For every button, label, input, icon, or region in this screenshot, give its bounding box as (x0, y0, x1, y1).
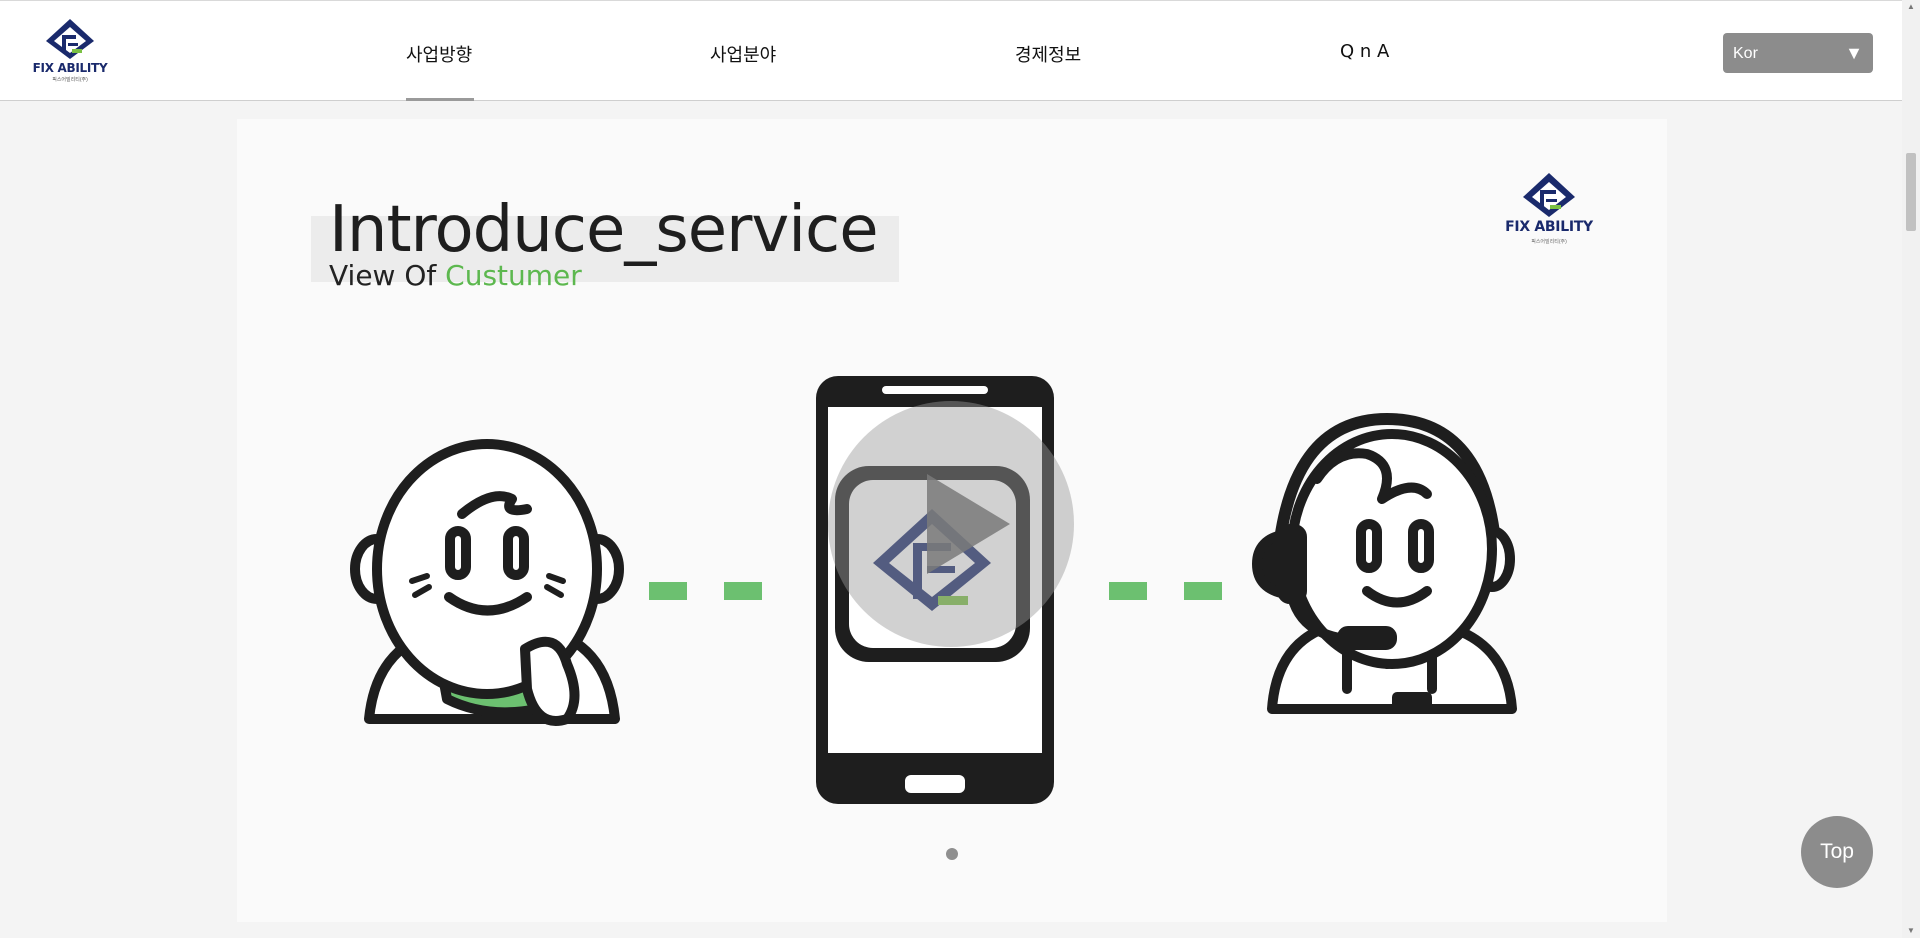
scrollbar-thumb[interactable] (1906, 153, 1916, 231)
green-dashed-line-left (649, 582, 762, 600)
language-select[interactable]: Kor ▼ (1723, 33, 1873, 73)
language-selected-value: Kor (1733, 45, 1758, 62)
nav-item-qna[interactable]: Q n A (1340, 41, 1389, 62)
smartphone-with-app-icon (816, 376, 1074, 804)
intro-slide: Introduce_service View Of Custumer FIX A… (237, 119, 1667, 922)
fix-ability-logo-icon (46, 19, 94, 59)
nav-item-business-direction[interactable]: 사업방향 (406, 41, 472, 67)
site-logo[interactable]: FIX ABILITY 픽스어빌리티(주) (28, 17, 112, 85)
nav-item-business-area[interactable]: 사업분야 (710, 41, 776, 67)
scroll-down-arrow-icon[interactable]: ▼ (1905, 926, 1917, 935)
green-dashed-line-right (1109, 582, 1222, 600)
call-center-agent-character (1252, 413, 1517, 714)
logo-text: FIX ABILITY (32, 61, 108, 75)
logo-subtext: 픽스어빌리티(주) (52, 77, 88, 83)
scroll-up-arrow-icon[interactable]: ▲ (1905, 2, 1917, 11)
site-header: FIX ABILITY 픽스어빌리티(주) 사업방향 사업분야 경제정보 Q n… (0, 0, 1902, 101)
nav-item-economic-info[interactable]: 경제정보 (1015, 41, 1081, 67)
service-illustration (350, 376, 1517, 804)
scrollbar-track[interactable] (1902, 0, 1920, 938)
scroll-to-top-button[interactable]: Top (1801, 816, 1873, 888)
pagination-dot[interactable] (946, 848, 958, 860)
nav-active-indicator (406, 98, 474, 101)
customer-character (350, 439, 624, 726)
triangle-down-icon: ▼ (1845, 43, 1863, 63)
